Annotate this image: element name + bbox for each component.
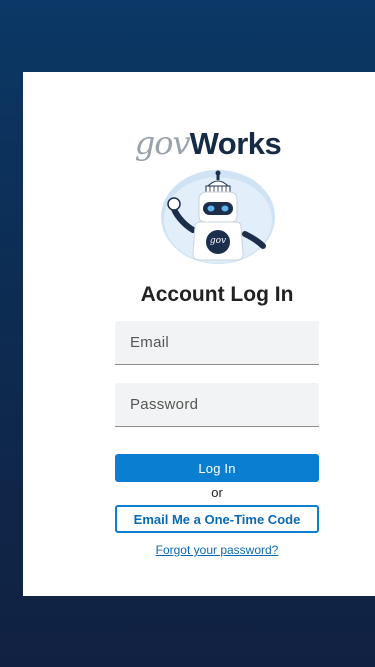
- log-in-button[interactable]: Log In: [115, 454, 319, 482]
- password-field[interactable]: [115, 383, 319, 427]
- forgot-password-link[interactable]: Forgot your password?: [115, 543, 319, 557]
- capitol-robot-icon: gov: [159, 168, 277, 266]
- govworks-logo: govWorks: [23, 124, 375, 162]
- logo-gov-text: gov: [134, 124, 191, 162]
- logo-works-text: Works: [189, 126, 282, 161]
- or-separator: or: [211, 485, 223, 500]
- login-card: govWorks gov Account Log In Email Log In…: [23, 72, 375, 596]
- mascot-badge-text: gov: [209, 236, 227, 246]
- one-time-code-button[interactable]: Email Me a One-Time Code: [115, 505, 319, 533]
- page-title: Account Log In: [140, 283, 294, 306]
- email-field[interactable]: [115, 321, 319, 365]
